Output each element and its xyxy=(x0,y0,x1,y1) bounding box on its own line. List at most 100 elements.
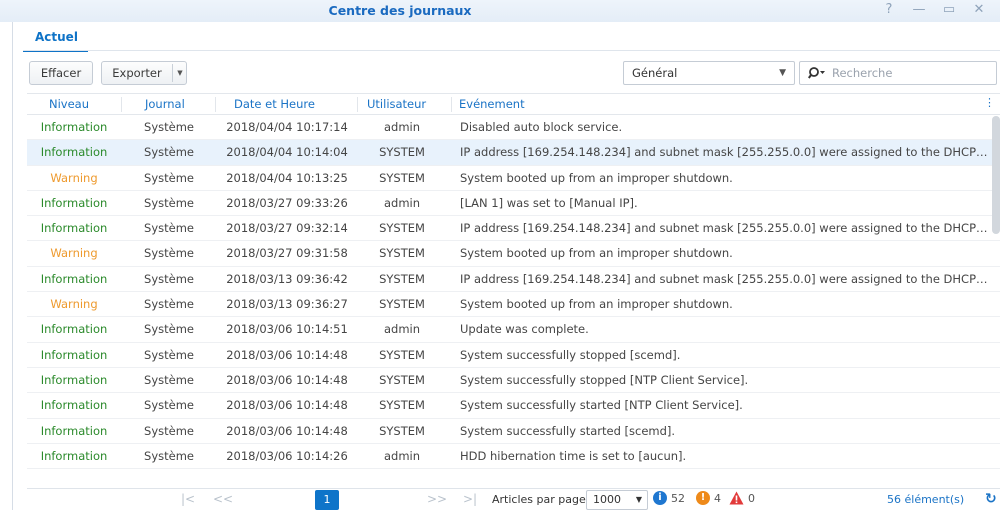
column-menu-icon[interactable]: ⋮ xyxy=(984,96,995,109)
event-cell: [LAN 1] was set to [Manual IP]. xyxy=(460,195,638,210)
user-cell: SYSTEM xyxy=(379,423,425,438)
total-count: 56 élément(s) xyxy=(887,493,965,506)
event-cell: System successfully started [NTP Client … xyxy=(460,398,743,413)
maximize-icon[interactable]: ▭ xyxy=(942,2,956,18)
per-page-select[interactable]: 1000 ▼ xyxy=(586,490,648,510)
datetime-cell: 2018/03/13 09:36:42 xyxy=(226,271,348,286)
event-cell: System successfully started [scemd]. xyxy=(460,423,676,438)
toolbar: Effacer Exporter ▼ Général ▼ Recherche xyxy=(29,61,997,87)
tab-current[interactable]: Actuel xyxy=(23,26,88,52)
chevron-down-icon: ▼ xyxy=(635,495,642,504)
level-cell: Warning xyxy=(50,170,98,185)
table-row[interactable]: Information Système 2018/03/06 10:14:48 SYS… xyxy=(27,419,1000,444)
column-divider xyxy=(357,97,358,112)
event-cell: System booted up from an improper shutdo… xyxy=(460,246,733,261)
warning-icon: ! xyxy=(696,491,710,505)
log-cell: Système xyxy=(144,271,194,286)
user-cell: admin xyxy=(383,120,421,134)
datetime-cell: 2018/03/06 10:14:48 xyxy=(226,423,348,438)
info-count-badge: i 52 xyxy=(653,491,685,505)
column-header-event[interactable]: Evénement xyxy=(459,97,525,111)
table-row[interactable]: Information Système 2018/03/06 10:14:48 SYS… xyxy=(27,393,1000,419)
error-count: 0 xyxy=(748,491,755,505)
table-row[interactable]: Warning Système 2018/03/13 09:36:27 SYSTEM S… xyxy=(27,292,1000,318)
previous-page-icon[interactable]: << xyxy=(213,492,233,506)
datetime-cell: 2018/03/27 09:31:58 xyxy=(226,246,348,261)
log-cell: Système xyxy=(144,347,194,362)
level-cell: Information xyxy=(40,145,108,160)
table-row[interactable]: Warning Système 2018/03/27 09:31:58 SYSTEM S… xyxy=(27,241,1000,267)
level-cell: Information xyxy=(40,423,108,438)
level-cell: Information xyxy=(40,448,108,463)
table-row[interactable]: Information Système 2018/04/04 10:17:14 adm… xyxy=(27,115,1000,141)
per-page-label: Articles par page xyxy=(492,493,586,506)
current-page[interactable]: 1 xyxy=(315,490,339,510)
user-cell: admin xyxy=(383,448,421,463)
search-input[interactable]: Recherche xyxy=(799,61,997,85)
level-cell: Information xyxy=(40,120,108,134)
tab-divider xyxy=(23,50,1000,51)
event-cell: Disabled auto block service. xyxy=(460,120,623,134)
table-header: Niveau Journal Date et Heure Utilisateur… xyxy=(27,93,1000,115)
table-row[interactable]: Information Système 2018/03/06 10:14:51 adm… xyxy=(27,317,1000,343)
column-divider xyxy=(451,97,452,112)
event-cell: Update was complete. xyxy=(460,322,589,337)
last-page-icon[interactable]: >| xyxy=(463,492,477,506)
event-cell: System successfully stopped [scemd]. xyxy=(460,347,681,362)
table-row[interactable]: Warning Système 2018/04/04 10:13:25 SYSTEM S… xyxy=(27,166,1000,191)
table-row[interactable]: Information Système 2018/03/27 09:32:14 SYS… xyxy=(27,216,1000,242)
first-page-icon[interactable]: |< xyxy=(181,492,195,506)
user-cell: SYSTEM xyxy=(379,221,425,236)
table-row[interactable]: Information Système 2018/04/04 10:14:04 SYS… xyxy=(27,140,1000,166)
datetime-cell: 2018/03/06 10:14:48 xyxy=(226,347,348,362)
log-cell: Système xyxy=(144,221,194,236)
datetime-cell: 2018/03/27 09:33:26 xyxy=(226,195,348,210)
column-header-level[interactable]: Niveau xyxy=(49,97,89,111)
table-row[interactable]: Information Système 2018/03/27 09:33:26 adm… xyxy=(27,191,1000,217)
level-cell: Warning xyxy=(50,246,98,261)
window-titlebar: Centre des journaux ? — ▭ ✕ xyxy=(0,0,1000,22)
table-row[interactable]: Information Système 2018/03/06 10:14:26 adm… xyxy=(27,444,1000,470)
export-separator xyxy=(172,64,173,82)
table-row[interactable]: Information Système 2018/03/06 10:14:48 SYS… xyxy=(27,368,1000,394)
datetime-cell: 2018/04/04 10:13:25 xyxy=(226,170,348,185)
log-cell: Système xyxy=(144,322,194,337)
scrollbar[interactable] xyxy=(992,116,1000,234)
user-cell: SYSTEM xyxy=(379,246,425,261)
datetime-cell: 2018/03/06 10:14:51 xyxy=(226,322,348,337)
log-cell: Système xyxy=(144,372,194,387)
level-cell: Information xyxy=(40,221,108,236)
table-row[interactable]: Information Système 2018/03/06 10:14:48 SYS… xyxy=(27,343,1000,368)
column-header-datetime[interactable]: Date et Heure xyxy=(234,97,315,111)
log-cell: Système xyxy=(144,170,194,185)
level-cell: Information xyxy=(40,347,108,362)
window-title: Centre des journaux xyxy=(328,3,472,18)
event-cell: IP address [169.254.148.234] and subnet … xyxy=(460,271,990,286)
next-page-icon[interactable]: >> xyxy=(427,492,447,506)
export-dropdown-icon[interactable]: ▼ xyxy=(174,62,186,84)
warning-count: 4 xyxy=(714,491,721,505)
user-cell: SYSTEM xyxy=(379,347,425,362)
info-icon: i xyxy=(653,491,667,505)
table-row[interactable]: Information Système 2018/03/13 09:36:42 SYS… xyxy=(27,267,1000,293)
clear-button[interactable]: Effacer xyxy=(29,61,93,85)
log-cell: Système xyxy=(144,145,194,160)
minimize-icon[interactable]: — xyxy=(912,2,926,18)
window-controls: ? — ▭ ✕ xyxy=(882,2,986,18)
export-button[interactable]: Exporter ▼ xyxy=(101,61,187,85)
search-icon[interactable] xyxy=(808,66,826,80)
user-cell: admin xyxy=(383,195,421,210)
refresh-icon[interactable]: ↻ xyxy=(985,491,997,507)
close-icon[interactable]: ✕ xyxy=(972,2,986,18)
column-header-log[interactable]: Journal xyxy=(145,97,185,111)
column-header-user[interactable]: Utilisateur xyxy=(367,97,426,111)
column-divider xyxy=(215,97,216,112)
user-cell: SYSTEM xyxy=(379,398,425,413)
log-cell: Système xyxy=(144,423,194,438)
log-filter-select[interactable]: Général ▼ xyxy=(623,61,795,85)
level-cell: Information xyxy=(40,322,108,337)
log-cell: Système xyxy=(144,120,194,134)
per-page-value: 1000 xyxy=(593,493,621,506)
user-cell: SYSTEM xyxy=(379,271,425,286)
help-icon[interactable]: ? xyxy=(882,2,896,18)
